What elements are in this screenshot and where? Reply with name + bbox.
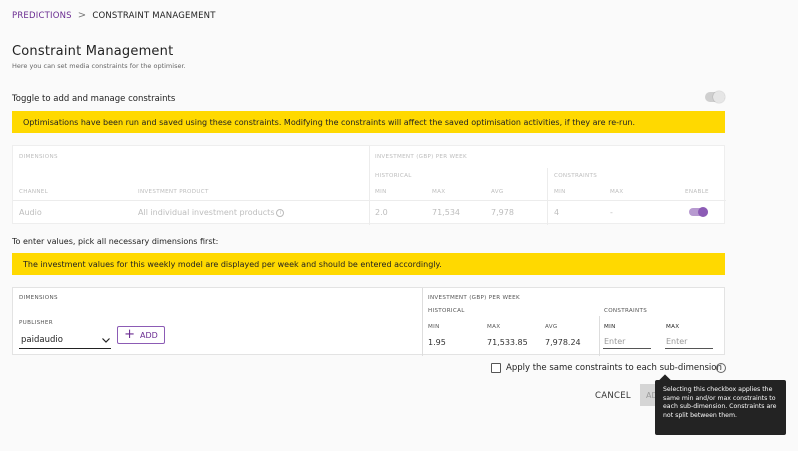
constraints-toggle-label: Toggle to add and manage constraints: [12, 94, 176, 104]
investment-header: INVESTMENT (GBP) PER WEEK: [375, 154, 467, 160]
breadcrumb: PREDICTIONS > CONSTRAINT MANAGEMENT: [12, 10, 216, 21]
row-max: 71,534: [432, 208, 460, 217]
divider: [599, 316, 600, 356]
weekly-banner-text: The investment values for this weekly mo…: [23, 259, 442, 269]
apply-same-constraints-label[interactable]: Apply the same constraints to each sub-d…: [506, 363, 722, 373]
publisher-select[interactable]: paidaudio: [19, 332, 111, 349]
enable-toggle[interactable]: [689, 207, 708, 217]
divider: [13, 200, 726, 201]
add-button[interactable]: + ADD: [117, 326, 165, 344]
column-min: MIN: [375, 189, 387, 195]
page-title: Constraint Management: [12, 44, 174, 59]
historical-header: HISTORICAL: [375, 173, 412, 179]
publisher-label: PUBLISHER: [19, 320, 53, 326]
divider: [422, 288, 423, 356]
historical-header: HISTORICAL: [428, 308, 465, 314]
column-avg: AVG: [491, 189, 504, 195]
breadcrumb-predictions-link[interactable]: PREDICTIONS: [12, 11, 72, 21]
row-channel: Audio: [19, 208, 42, 217]
investment-header: INVESTMENT (GBP) PER WEEK: [428, 295, 520, 301]
toggle-knob: [698, 207, 708, 217]
add-button-label: ADD: [140, 330, 158, 340]
warning-banner: Optimisations have been run and saved us…: [12, 111, 725, 133]
constraints-header: CONSTRAINTS: [554, 173, 598, 179]
column-enable: ENABLE: [685, 189, 709, 195]
plus-icon: +: [124, 327, 136, 342]
constraints-header: CONSTRAINTS: [604, 308, 648, 314]
row-constraint-min: 4: [554, 208, 560, 217]
row-investment-product: All individual investment products i: [138, 208, 285, 217]
historical-min-value: 1.95: [428, 338, 446, 347]
constraint-max-input[interactable]: Enter: [665, 334, 713, 349]
cancel-button[interactable]: CANCEL: [595, 391, 631, 401]
row-avg: 7,978: [491, 208, 514, 217]
column-channel: CHANNEL: [19, 189, 49, 195]
constraint-min-input[interactable]: Enter: [603, 334, 651, 349]
column-avg: AVG: [545, 324, 558, 330]
column-max: MAX: [432, 189, 446, 195]
publisher-select-value: paidaudio: [21, 335, 63, 345]
historical-max-value: 71,533.85: [487, 338, 528, 347]
info-icon[interactable]: i: [716, 363, 726, 373]
info-icon[interactable]: i: [276, 208, 285, 217]
warning-banner-text: Optimisations have been run and saved us…: [23, 117, 636, 127]
max-placeholder: Enter: [666, 336, 688, 346]
tooltip-text: Selecting this checkbox applies the same…: [663, 386, 777, 419]
row-min: 2.0: [375, 208, 388, 217]
column-constraint-min: MIN: [604, 324, 616, 330]
constraints-toggle[interactable]: [705, 91, 725, 103]
dimensions-header: DIMENSIONS: [19, 295, 58, 301]
divider: [369, 146, 370, 225]
row-constraint-max: -: [610, 208, 613, 217]
saved-constraints-table: DIMENSIONS INVESTMENT (GBP) PER WEEK HIS…: [12, 145, 726, 225]
historical-avg-value: 7,978.24: [545, 338, 581, 347]
checkbox-tooltip: Selecting this checkbox applies the same…: [655, 374, 786, 435]
row-investment-product-text: All individual investment products: [138, 208, 275, 217]
enter-values-label: To enter values, pick all necessary dime…: [12, 237, 219, 246]
column-constraint-min: MIN: [554, 189, 566, 195]
chevron-right-icon: >: [77, 10, 87, 21]
tooltip-arrow: [659, 374, 671, 386]
column-constraint-max: MAX: [610, 189, 624, 195]
min-placeholder: Enter: [604, 336, 626, 346]
constraint-entry-table: DIMENSIONS PUBLISHER paidaudio + ADD INV…: [12, 287, 725, 356]
weekly-info-banner: The investment values for this weekly mo…: [12, 253, 725, 275]
column-investment-product: INVESTMENT PRODUCT: [138, 189, 209, 195]
column-constraint-max: MAX: [666, 324, 680, 330]
chevron-down-icon: [101, 335, 111, 345]
divider: [547, 168, 548, 225]
apply-same-constraints-checkbox[interactable]: [491, 363, 501, 373]
dimensions-header: DIMENSIONS: [19, 154, 58, 160]
column-max: MAX: [487, 324, 501, 330]
toggle-knob: [713, 91, 725, 103]
breadcrumb-current: CONSTRAINT MANAGEMENT: [92, 10, 216, 21]
column-min: MIN: [428, 324, 440, 330]
page-subtitle: Here you can set media constraints for t…: [12, 62, 186, 70]
